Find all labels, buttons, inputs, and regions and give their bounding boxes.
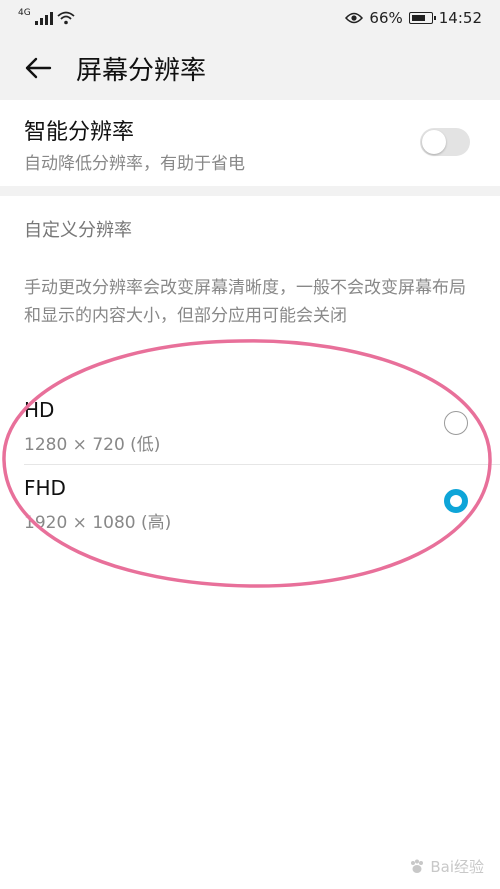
battery-icon xyxy=(408,12,436,24)
option-detail: 1280 × 720 (低) xyxy=(24,435,161,455)
paw-icon xyxy=(411,859,424,873)
wifi-icon xyxy=(57,11,75,25)
watermark-text: Bai经验 xyxy=(430,858,484,876)
back-arrow-icon xyxy=(25,57,52,79)
custom-resolution-section: 自定义分辨率 手动更改分辨率会改变屏幕清晰度，一般不会改变屏幕布局和显示的内容大… xyxy=(0,196,500,889)
radio-fhd[interactable] xyxy=(444,489,468,513)
option-label: FHD xyxy=(24,476,66,500)
status-bar: 4G 66% 14:52 xyxy=(0,0,500,36)
option-detail: 1920 × 1080 (高) xyxy=(24,513,172,533)
network-type: 4G xyxy=(18,8,31,18)
smart-resolution-title: 智能分辨率 xyxy=(24,120,135,145)
toggle-knob xyxy=(422,130,446,154)
smart-resolution-toggle[interactable] xyxy=(420,128,470,156)
option-label: HD xyxy=(24,398,55,422)
custom-resolution-description: 手动更改分辨率会改变屏幕清晰度，一般不会改变屏幕布局和显示的内容大小，但部分应用… xyxy=(24,278,466,326)
page-title: 屏幕分辨率 xyxy=(76,55,207,86)
radio-hd[interactable] xyxy=(444,411,468,435)
back-button[interactable] xyxy=(18,48,58,88)
resolution-option-fhd[interactable]: FHD 1920 × 1080 (高) xyxy=(0,464,500,542)
clock: 14:52 xyxy=(438,9,482,27)
resolution-option-hd[interactable]: HD 1280 × 720 (低) xyxy=(0,386,500,464)
signal-icon xyxy=(34,11,53,25)
custom-resolution-heading: 自定义分辨率 xyxy=(24,220,132,241)
status-left: 4G xyxy=(18,8,75,25)
watermark: Bai经验 xyxy=(408,856,484,877)
status-right: 66% 14:52 xyxy=(345,9,482,27)
app-bar: 屏幕分辨率 xyxy=(0,36,500,100)
smart-resolution-row[interactable]: 智能分辨率 自动降低分辨率，有助于省电 xyxy=(0,100,500,186)
eye-comfort-icon xyxy=(345,12,364,24)
battery-percent: 66% xyxy=(369,9,403,27)
smart-resolution-subtitle: 自动降低分辨率，有助于省电 xyxy=(24,154,245,174)
